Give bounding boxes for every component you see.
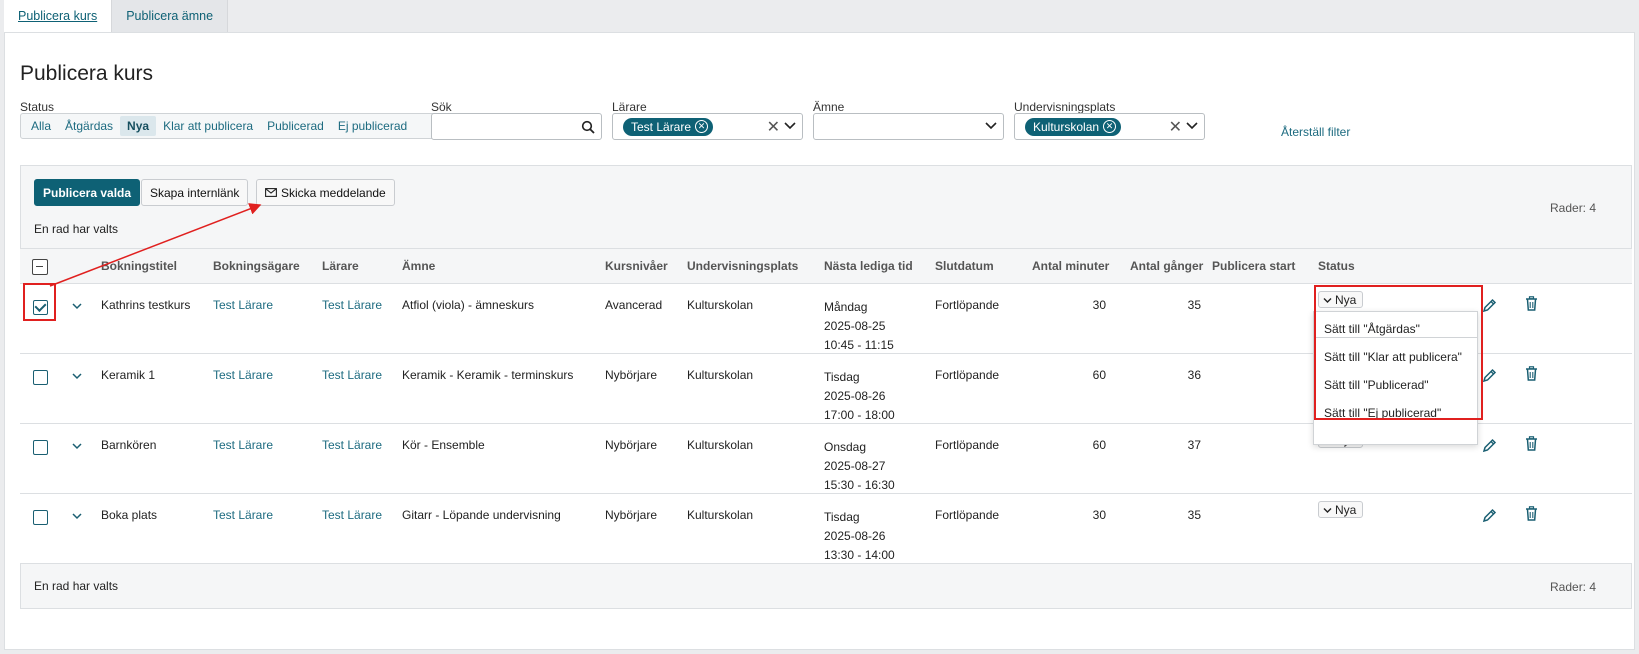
tab-publicera-kurs[interactable]: Publicera kurs xyxy=(4,0,113,32)
main-panel: Publicera kurs Status Sök Lärare Ämne Un… xyxy=(4,32,1635,650)
tab-bar: Publicera kurs Publicera ämne xyxy=(4,0,229,32)
annotation-arrow xyxy=(49,203,262,287)
tab-publicera-amne[interactable]: Publicera ämne xyxy=(112,0,229,32)
